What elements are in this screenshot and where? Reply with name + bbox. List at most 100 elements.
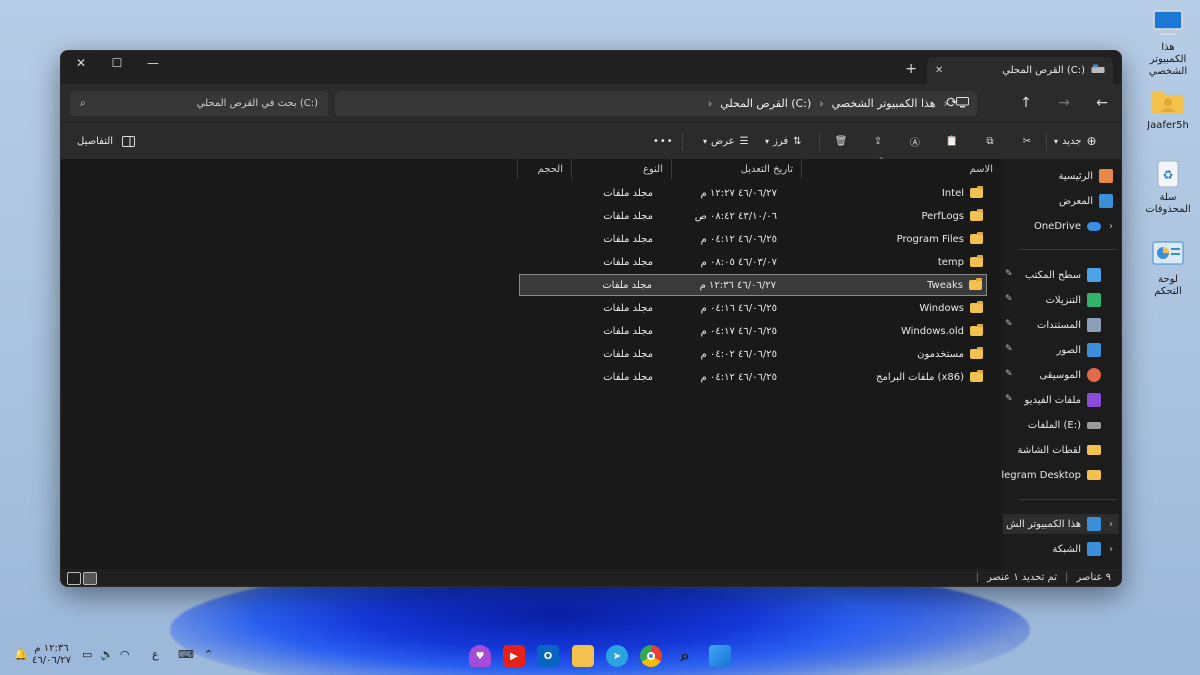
- delete-button[interactable]: 🗑: [832, 131, 850, 151]
- details-pane-button[interactable]: التفاصيل: [77, 131, 137, 151]
- volume-icon[interactable]: 🔈: [100, 648, 114, 661]
- sidebar-label: الشبكة: [1052, 543, 1081, 555]
- desktop-icon-this-pc[interactable]: هذا الكمبيوتر الشخصي: [1144, 6, 1192, 78]
- maximize-button[interactable]: ☐: [99, 51, 135, 75]
- file-row[interactable]: ملفات البرامج (x86) ٤٦/٠٦/٢٥ ٠٤:١٢ م مجل…: [519, 366, 987, 388]
- copy-button[interactable]: ⧉: [981, 131, 999, 151]
- file-type: مجلد ملفات: [603, 256, 653, 268]
- file-explorer-icon[interactable]: [572, 645, 594, 667]
- pc-icon: [1087, 517, 1101, 531]
- desktop-icon-recycle-bin[interactable]: ♻ سلة المحذوفات: [1144, 156, 1192, 216]
- sidebar-item-home[interactable]: الرئيسية: [1059, 166, 1113, 186]
- desktop-icon-user-folder[interactable]: Jaafer5h: [1144, 84, 1192, 132]
- sidebar-item-network[interactable]: › الشبكة: [1052, 539, 1113, 559]
- sidebar-item-downloads[interactable]: التنزيلات: [1045, 290, 1101, 310]
- telegram-icon[interactable]: ➤: [606, 645, 628, 667]
- up-arrow-icon[interactable]: ↑: [1016, 93, 1036, 113]
- paste-button[interactable]: 📋: [943, 131, 961, 151]
- wifi-icon[interactable]: ◠: [120, 648, 130, 661]
- notification-bell-icon[interactable]: 🔔: [14, 648, 28, 661]
- sidebar-item-screenshots[interactable]: لقطات الشاشة: [1018, 440, 1101, 460]
- refresh-icon[interactable]: ⟳: [942, 93, 962, 113]
- keyboard-icon[interactable]: ⌨: [178, 648, 194, 661]
- details-view-icon[interactable]: [83, 572, 97, 585]
- desktop-icon-control-panel[interactable]: لوحة التحكم: [1144, 238, 1192, 298]
- search-input[interactable]: ⌕ بحث في القرص المحلي (C:): [70, 91, 328, 116]
- more-options-button[interactable]: •••: [653, 131, 674, 151]
- file-row-selected[interactable]: Tweaks ٤٦/٠٦/٢٧ ١٢:٣٦ م مجلد ملفات: [519, 274, 987, 296]
- sort-button[interactable]: ▾ فرز ⇅: [765, 131, 802, 151]
- chrome-icon[interactable]: [640, 645, 662, 667]
- file-name: Program Files: [896, 233, 964, 245]
- file-row[interactable]: temp ٤٦/٠٣/٠٧ ٠٨:٠٥ م مجلد ملفات: [519, 251, 987, 273]
- new-tab-button[interactable]: +: [905, 61, 917, 77]
- sidebar-item-this-pc[interactable]: › هذا الكمبيوتر الش: [1003, 514, 1119, 534]
- file-name: PerfLogs: [921, 210, 964, 222]
- back-arrow-icon[interactable]: ←: [1092, 93, 1112, 113]
- pin-icon: ✎: [1005, 319, 1013, 329]
- file-row[interactable]: مستخدمون ٤٦/٠٦/٢٥ ٠٤:٠٢ م مجلد ملفات: [519, 343, 987, 365]
- file-row[interactable]: Windows ٤٦/٠٦/٢٥ ٠٤:١٦ م مجلد ملفات: [519, 297, 987, 319]
- sidebar-item-documents[interactable]: المستندات: [1037, 315, 1101, 335]
- clipboard-icon: 📋: [945, 135, 959, 147]
- file-row[interactable]: Windows.old ٤٦/٠٦/٢٥ ٠٤:١٧ م مجلد ملفات: [519, 320, 987, 342]
- search-icon[interactable]: ⌕: [674, 645, 696, 667]
- language-indicator[interactable]: ع: [152, 648, 159, 661]
- sidebar-item-music[interactable]: الموسيقى: [1039, 365, 1101, 385]
- breadcrumb-local-disk[interactable]: القرص المحلي (C:): [720, 97, 811, 110]
- large-icons-view-icon[interactable]: [67, 572, 81, 585]
- chevron-up-icon[interactable]: ⌃: [204, 648, 213, 661]
- heart-app-icon[interactable]: ♥: [469, 645, 491, 667]
- sidebar-item-drive-e[interactable]: الملفات (E:): [1028, 415, 1101, 435]
- column-size[interactable]: الحجم: [517, 159, 571, 179]
- folder-icon: [1087, 445, 1101, 455]
- youtube-icon[interactable]: ▶: [503, 645, 525, 667]
- file-row[interactable]: PerfLogs ٤٣/١٠/٠٦ ٠٨:٤٢ ص مجلد ملفات: [519, 205, 987, 227]
- outlook-icon[interactable]: O: [537, 645, 559, 667]
- file-date: ٤٦/٠٣/٠٧ ٠٨:٠٥ م: [700, 256, 777, 268]
- sort-indicator-icon: ⌃: [878, 156, 885, 165]
- sidebar-label: هذا الكمبيوتر الش: [1006, 518, 1081, 530]
- sidebar-item-desktop[interactable]: سطح المكتب: [1025, 265, 1101, 285]
- sidebar-item-videos[interactable]: ملفات الفيديو: [1025, 390, 1101, 410]
- clock-time: ١٢:٣٦ م: [34, 643, 69, 654]
- video-icon: [1087, 393, 1101, 407]
- clock[interactable]: ١٢:٣٦ م ٤٦/٠٦/٢٧: [32, 643, 71, 667]
- column-date[interactable]: تاريخ التعديل: [671, 159, 801, 179]
- sidebar-item-telegram-desktop[interactable]: legram Desktop: [1001, 465, 1101, 485]
- folder-icon: [1087, 470, 1101, 480]
- file-row[interactable]: Intel ٤٦/٠٦/٢٧ ١٢:٢٧ م مجلد ملفات: [519, 182, 987, 204]
- share-button[interactable]: ⇪: [869, 131, 887, 151]
- file-name: temp: [937, 256, 964, 268]
- desktop-label: سلة المحذوفات: [1145, 192, 1191, 215]
- tab-local-disk[interactable]: ✕ القرص المحلي (C:): [927, 57, 1113, 84]
- minimize-button[interactable]: —: [135, 51, 171, 75]
- forward-arrow-icon[interactable]: →: [1054, 93, 1074, 113]
- file-row[interactable]: Program Files ٤٦/٠٦/٢٥ ٠٤:١٢ م مجلد ملفا…: [519, 228, 987, 250]
- recycle-bin-icon: ♻: [1151, 156, 1185, 190]
- file-type: مجلد ملفات: [603, 210, 653, 222]
- sidebar-item-gallery[interactable]: المعرض: [1059, 191, 1113, 211]
- toolbar-divider: [1046, 133, 1047, 151]
- sidebar-item-pictures[interactable]: الصور: [1057, 340, 1101, 360]
- new-label: جديد: [1062, 135, 1082, 147]
- battery-icon[interactable]: ▭: [82, 648, 92, 661]
- pin-icon: ✎: [1005, 369, 1013, 379]
- column-type[interactable]: النوع: [571, 159, 671, 179]
- breadcrumb-this-pc[interactable]: هذا الكمبيوتر الشخصي: [832, 97, 936, 110]
- view-button[interactable]: ▾ عرض ☰: [703, 131, 749, 151]
- close-window-button[interactable]: ✕: [63, 51, 99, 75]
- file-name: Windows.old: [900, 325, 964, 337]
- cut-button[interactable]: ✂: [1018, 131, 1036, 151]
- scissors-icon: ✂: [1022, 135, 1032, 147]
- address-bar[interactable]: › هذا الكمبيوتر الشخصي › القرص المحلي (C…: [335, 91, 977, 116]
- start-icon[interactable]: [709, 645, 731, 667]
- new-button[interactable]: ▾ جديد ⊕: [1054, 131, 1097, 151]
- chevron-right-icon: ›: [1109, 543, 1113, 555]
- music-icon: [1087, 368, 1101, 382]
- folder-icon: [970, 370, 983, 382]
- column-name[interactable]: الاسم: [801, 159, 1001, 179]
- close-tab-icon[interactable]: ✕: [935, 65, 943, 76]
- rename-button[interactable]: Ⓐ: [906, 131, 924, 151]
- sidebar-item-onedrive[interactable]: › OneDrive: [1034, 216, 1113, 236]
